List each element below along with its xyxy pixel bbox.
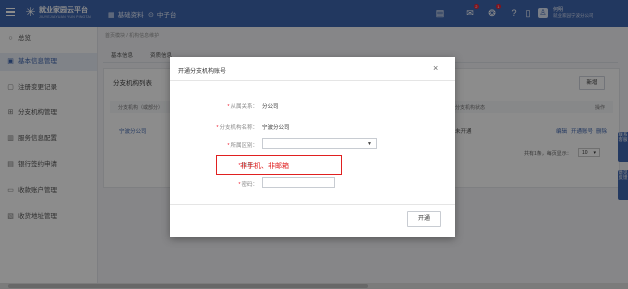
branch-name-value: 宁波分公司	[262, 125, 290, 131]
annotation-text: 非手机、非邮箱	[240, 163, 289, 170]
caret-down-icon: ▼	[367, 141, 372, 147]
region-select[interactable]: ▼	[262, 138, 377, 149]
field-label-branch-name: *分支机构名称：	[216, 125, 258, 131]
open-account-dialog: 开通分支机构账号 × *从属关系： 分公司 *分支机构名称： 宁波分公司 *所属…	[170, 57, 455, 237]
field-label-password: *密码：	[238, 182, 258, 188]
dialog-title: 开通分支机构账号	[178, 69, 227, 75]
relation-value: 分公司	[262, 104, 279, 110]
password-field[interactable]	[262, 177, 335, 188]
submit-button[interactable]: 开通	[407, 211, 441, 227]
field-label-relation: *从属关系：	[227, 104, 258, 110]
divider	[170, 204, 455, 205]
field-label-region: *所属区别：	[227, 143, 258, 149]
close-icon[interactable]: ×	[433, 63, 438, 73]
divider	[170, 80, 455, 81]
